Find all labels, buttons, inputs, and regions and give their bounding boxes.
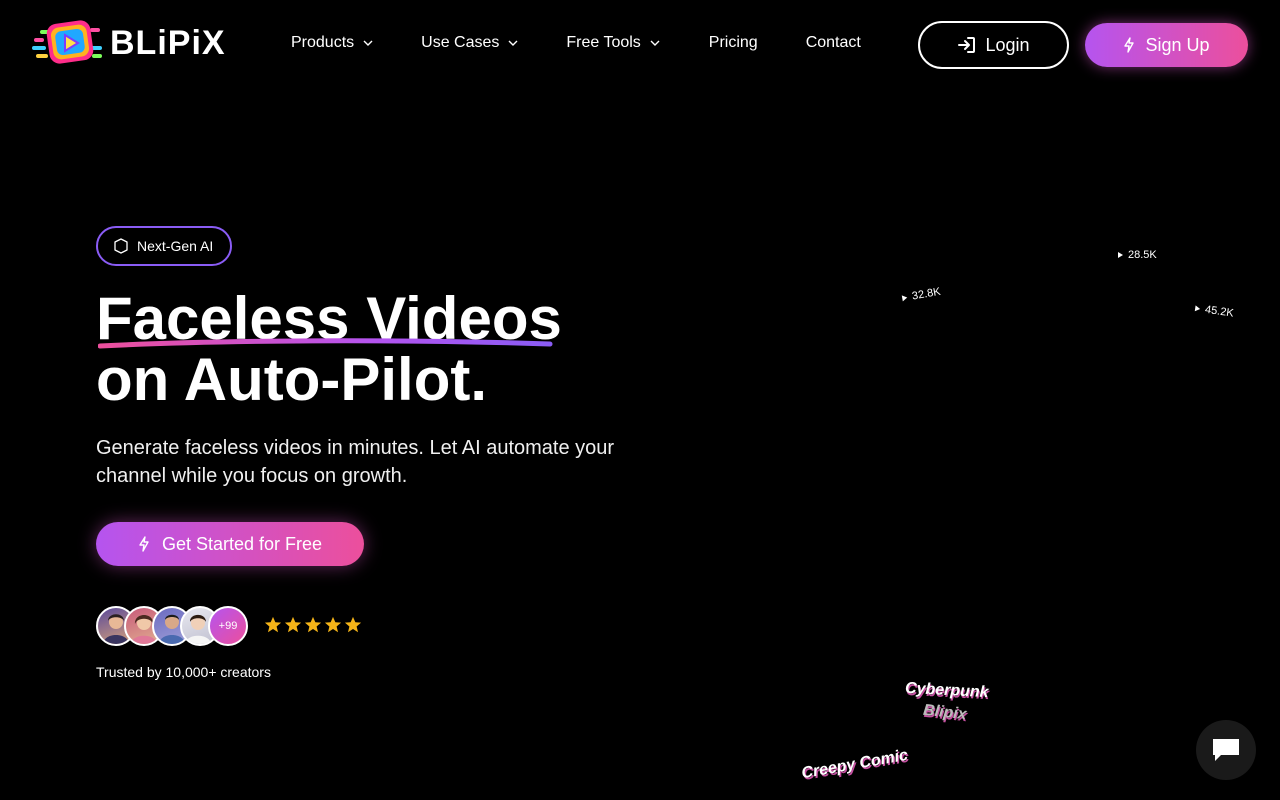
logo-mark-icon bbox=[32, 20, 102, 64]
style-label-blipix: Blipix bbox=[922, 701, 968, 724]
hero-headline: Faceless Videos on Auto-Pilot. bbox=[96, 288, 562, 410]
login-icon bbox=[958, 37, 976, 53]
underline-swoosh-icon bbox=[98, 338, 553, 349]
signup-button[interactable]: Sign Up bbox=[1085, 23, 1248, 67]
nav-item-use-cases[interactable]: Use Cases bbox=[421, 34, 519, 52]
bolt-icon bbox=[1124, 37, 1135, 53]
stat-value: 45.2K bbox=[1204, 303, 1235, 320]
star-icon bbox=[324, 616, 342, 633]
star-icon bbox=[284, 616, 302, 633]
play-icon bbox=[1118, 252, 1123, 258]
star-icon bbox=[264, 616, 282, 633]
play-icon bbox=[901, 294, 908, 302]
chevron-down-icon bbox=[650, 40, 660, 46]
headline-line2: on Auto-Pilot. bbox=[96, 346, 487, 413]
badge-label: Next-Gen AI bbox=[137, 238, 214, 254]
nav-item-label: Free Tools bbox=[566, 34, 641, 51]
nav-item-products[interactable]: Products bbox=[291, 34, 374, 52]
chat-launcher-button[interactable] bbox=[1196, 720, 1256, 780]
style-label-cyberpunk: Cyberpunk bbox=[904, 679, 989, 702]
brand-name: BLiPiX bbox=[110, 23, 226, 62]
creator-avatars: +99 bbox=[96, 606, 256, 646]
star-icon bbox=[304, 616, 322, 633]
login-label: Login bbox=[985, 34, 1030, 55]
nav-links: Products Use Cases Free Tools Pricing Co… bbox=[291, 34, 861, 52]
chat-icon bbox=[1213, 739, 1239, 761]
login-button[interactable]: Login bbox=[918, 21, 1069, 69]
star-icon bbox=[344, 616, 362, 633]
view-count-stat: 45.2K bbox=[1194, 302, 1235, 320]
chevron-down-icon bbox=[508, 40, 518, 46]
view-count-stat: 32.8K bbox=[901, 286, 941, 305]
stat-value: 32.8K bbox=[911, 285, 942, 303]
next-gen-badge: Next-Gen AI bbox=[96, 226, 233, 266]
nav-item-contact[interactable]: Contact bbox=[806, 34, 861, 52]
nav-item-pricing[interactable]: Pricing bbox=[709, 34, 758, 52]
hero-subtext: Generate faceless videos in minutes. Let… bbox=[96, 437, 615, 487]
style-label-creepy-comic: Creepy Comic bbox=[800, 746, 910, 783]
get-started-button[interactable]: Get Started for Free bbox=[96, 522, 364, 566]
chevron-down-icon bbox=[363, 40, 373, 46]
signup-label: Sign Up bbox=[1145, 34, 1210, 55]
bolt-icon bbox=[139, 536, 149, 552]
trusted-text: Trusted by 10,000+ creators bbox=[96, 664, 271, 680]
cta-label: Get Started for Free bbox=[161, 533, 323, 554]
nav-item-label: Use Cases bbox=[421, 34, 500, 51]
avatar-more-count: +99 bbox=[208, 606, 248, 646]
nav-item-label: Pricing bbox=[708, 34, 758, 51]
brand-logo[interactable]: BLiPiX bbox=[32, 18, 226, 68]
stat-value: 28.5K bbox=[1128, 249, 1157, 261]
top-navbar: BLiPiX Products Use Cases Free Tools Pri… bbox=[0, 0, 1280, 90]
nav-item-free-tools[interactable]: Free Tools bbox=[566, 34, 660, 52]
nav-item-label: Contact bbox=[805, 34, 861, 51]
view-count-stat: 28.5K bbox=[1118, 249, 1157, 261]
nav-item-label: Products bbox=[291, 34, 355, 51]
cube-icon bbox=[114, 238, 128, 254]
rating-stars bbox=[264, 616, 362, 634]
play-icon bbox=[1194, 305, 1201, 312]
headline-highlight: Faceless Videos bbox=[96, 288, 562, 349]
